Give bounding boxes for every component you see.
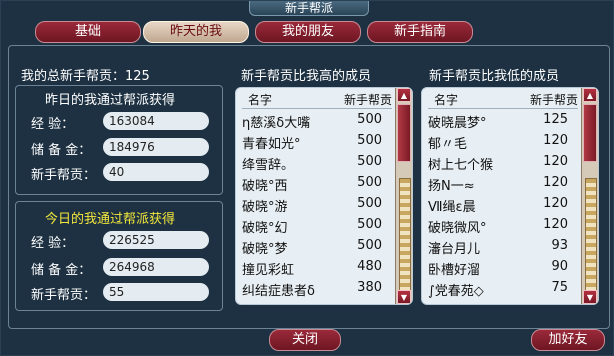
tab-my-friends[interactable]: 我的朋友 <box>255 21 361 43</box>
today-reserve-label: 储 备 金： <box>31 263 92 278</box>
today-exp-label: 经 验： <box>31 236 75 251</box>
yesterday-heading: 昨日的我通过帮派获得 <box>45 93 176 108</box>
list-item[interactable]: 瀋台月儿 93 <box>428 238 576 259</box>
list-item[interactable]: 卧槽好溜 90 <box>428 259 576 280</box>
list-item[interactable]: η慈溪δ大嘴 500 <box>242 112 390 133</box>
total-contribution-label: 我的总新手帮贡：125 <box>21 69 150 84</box>
lower-col-contribution: 新手帮贡 <box>529 93 578 107</box>
window-title: 新手帮派 <box>249 1 369 16</box>
yesterday-exp-label: 经 验： <box>31 117 75 132</box>
list-item[interactable]: 破晓晨梦° 125 <box>428 112 576 133</box>
list-item[interactable]: 破晓°幻 500 <box>242 217 390 238</box>
guild-window: 新手帮派 基础 昨天的我 我的朋友 新手指南 我的总新手帮贡：125 昨日的我通… <box>0 0 614 356</box>
tab-basic[interactable]: 基础 <box>35 21 141 43</box>
lower-list-scrollbar[interactable]: ▲ ▼ <box>581 88 598 304</box>
yesterday-reserve-field: 184976 <box>103 138 209 156</box>
lower-list-title: 新手帮贡比我低的成员 <box>429 69 560 84</box>
lower-col-name: 名字 <box>434 93 459 107</box>
close-button[interactable]: 关闭 <box>269 329 341 351</box>
scroll-up-button[interactable]: ▲ <box>583 88 597 102</box>
scrollbar-ornament <box>399 178 411 292</box>
yesterday-exp-field: 163084 <box>103 112 209 130</box>
lower-list-header: 名字 新手帮贡 <box>428 90 578 109</box>
yesterday-contribution-label: 新手帮贡： <box>31 168 97 183</box>
list-item[interactable]: 纠结症患者δ 380 <box>242 280 390 301</box>
list-item[interactable]: 树上七个猴 120 <box>428 154 576 175</box>
list-item[interactable]: 破晓°西 500 <box>242 175 390 196</box>
today-contribution-label: 新手帮贡： <box>31 288 97 303</box>
higher-list-header: 名字 新手帮贡 <box>242 90 392 109</box>
today-heading: 今日的我通过帮派获得 <box>45 212 176 227</box>
list-item[interactable]: 破晓微风° 120 <box>428 217 576 238</box>
today-contribution-field: 55 <box>103 283 209 301</box>
list-item[interactable]: 郁〃毛 120 <box>428 133 576 154</box>
yesterday-contribution-field: 40 <box>103 163 209 181</box>
today-reserve-field: 264968 <box>103 258 209 276</box>
tab-yesterday[interactable]: 昨天的我 <box>143 21 249 43</box>
scroll-up-button[interactable]: ▲ <box>397 88 411 102</box>
scroll-down-button[interactable]: ▼ <box>397 290 411 304</box>
lower-members-list[interactable]: 名字 新手帮贡 破晓晨梦° 125 郁〃毛 120 树上七个猴 120 扬N一≈ 120… <box>421 87 599 305</box>
list-item[interactable]: 绛雪辞。 500 <box>242 154 390 175</box>
title-bar[interactable]: 新手帮派 <box>1 1 614 16</box>
scroll-down-button[interactable]: ▼ <box>583 290 597 304</box>
list-item[interactable]: ∫党春苑◇ 75 <box>428 280 576 301</box>
higher-list-title: 新手帮贡比我高的成员 <box>241 69 372 84</box>
higher-list-scrollbar[interactable]: ▲ ▼ <box>395 88 412 304</box>
today-exp-field: 226525 <box>103 231 209 249</box>
scrollbar-ornament <box>585 178 597 292</box>
list-item[interactable]: 扬N一≈ 120 <box>428 175 576 196</box>
higher-members-list[interactable]: 名字 新手帮贡 η慈溪δ大嘴 500 青春如光° 500 绛雪辞。 500 破晓°西 5… <box>235 87 413 305</box>
higher-col-name: 名字 <box>248 93 273 107</box>
scroll-thumb[interactable] <box>583 104 597 162</box>
list-item[interactable]: 破晓°游 500 <box>242 196 390 217</box>
list-item[interactable]: 撞见彩虹 480 <box>242 259 390 280</box>
tab-newbie-guide[interactable]: 新手指南 <box>367 21 473 43</box>
scroll-thumb[interactable] <box>397 104 411 162</box>
list-item[interactable]: Ⅶ绳ε晨 120 <box>428 196 576 217</box>
add-friend-button[interactable]: 加好友 <box>531 329 605 351</box>
higher-col-contribution: 新手帮贡 <box>343 93 392 107</box>
list-item[interactable]: 青春如光° 500 <box>242 133 390 154</box>
list-item[interactable]: 破晓°梦 500 <box>242 238 390 259</box>
yesterday-reserve-label: 储 备 金： <box>31 143 92 158</box>
